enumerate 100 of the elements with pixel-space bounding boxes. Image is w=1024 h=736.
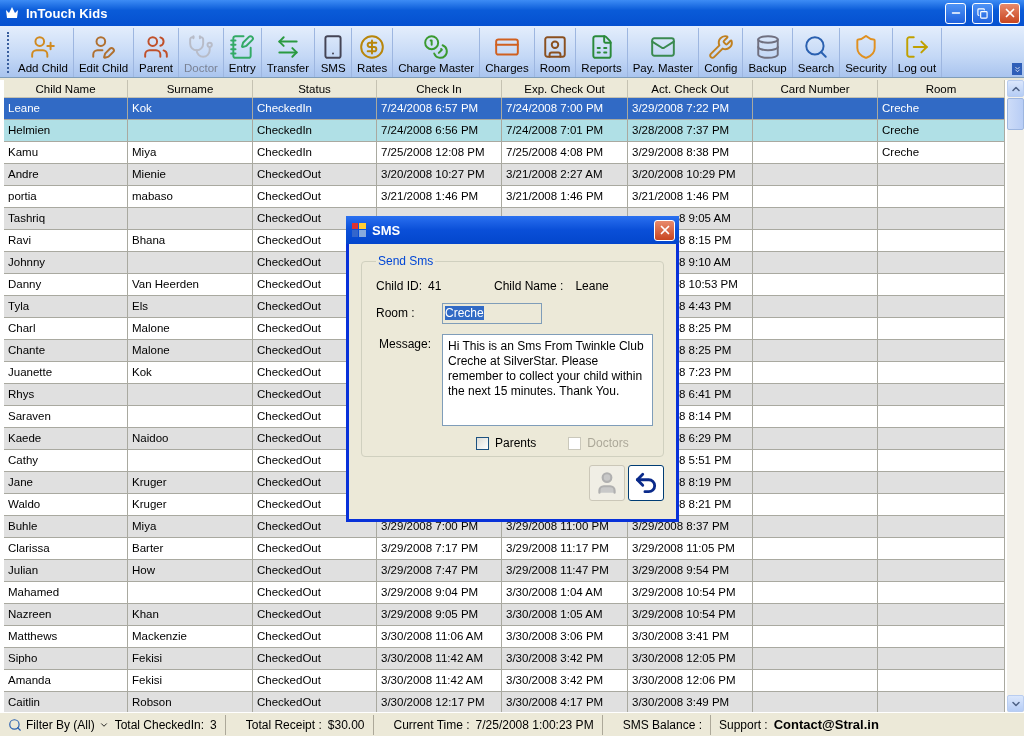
field-label: Child Name : bbox=[494, 278, 564, 293]
column-header[interactable]: Status bbox=[253, 80, 377, 98]
column-header[interactable]: Child Name bbox=[4, 80, 128, 98]
table-cell: 3/30/2008 3:06 PM bbox=[502, 626, 628, 648]
table-cell: 3/30/2008 3:42 PM bbox=[502, 670, 628, 692]
column-header[interactable]: Card Number bbox=[753, 80, 878, 98]
toolbar-button[interactable]: Pay. Master bbox=[627, 28, 700, 77]
table-cell: Van Heerden bbox=[128, 274, 253, 296]
table-cell: Miya bbox=[128, 142, 253, 164]
table-cell: Kruger bbox=[128, 494, 253, 516]
room-field[interactable]: Creche bbox=[442, 303, 542, 324]
table-cell: Danny bbox=[4, 274, 128, 296]
support-email: Contact@Stral.in bbox=[773, 717, 879, 732]
status-label: Support : bbox=[719, 717, 768, 732]
toolbar-button[interactable]: Backup bbox=[743, 28, 793, 77]
field-label: Child ID: bbox=[376, 278, 422, 293]
table-cell: Ravi bbox=[4, 230, 128, 252]
status-label: Total CheckedIn: bbox=[114, 717, 205, 732]
table-cell: 3/20/2008 10:27 PM bbox=[377, 164, 502, 186]
column-header[interactable]: Act. Check Out bbox=[628, 80, 753, 98]
column-header[interactable]: Exp. Check Out bbox=[502, 80, 628, 98]
table-cell: 3/29/2008 10:54 PM bbox=[628, 582, 753, 604]
toolbar-button[interactable]: Room bbox=[534, 28, 577, 77]
toolbar-button[interactable]: Security bbox=[840, 28, 893, 77]
table-cell: Naidoo bbox=[128, 428, 253, 450]
table-cell: Leane bbox=[4, 98, 128, 120]
table-cell: CheckedOut bbox=[253, 538, 377, 560]
table-cell: Clarissa bbox=[4, 538, 128, 560]
table-cell: CheckedOut bbox=[253, 626, 377, 648]
table-cell: Nazreen bbox=[4, 604, 128, 626]
field-value: 41 bbox=[428, 278, 443, 293]
table-cell: 3/30/2008 11:42 AM bbox=[377, 648, 502, 670]
toolbar-button[interactable]: Config bbox=[699, 28, 744, 77]
message-field[interactable]: Hi This is an Sms From Twinkle Club Creche at SilverStar. Please remember to collect your child within the next 15 minutes. Thank You. bbox=[442, 334, 653, 426]
toolbar-button[interactable]: Log out bbox=[892, 28, 943, 77]
table-cell: 3/30/2008 12:05 PM bbox=[628, 648, 753, 670]
table-cell: CheckedOut bbox=[253, 670, 377, 692]
table-cell: Rhys bbox=[4, 384, 128, 406]
table-cell: Fekisi bbox=[128, 648, 253, 670]
table-cell: 3/29/2008 7:47 PM bbox=[377, 560, 502, 582]
table-cell: Kamu bbox=[4, 142, 128, 164]
window-title: InTouch Kids bbox=[26, 5, 109, 21]
table-cell: 3/29/2008 9:54 PM bbox=[628, 560, 753, 582]
table-cell: 3/30/2008 12:06 PM bbox=[628, 670, 753, 692]
toolbar-button[interactable]: Entry bbox=[223, 28, 262, 77]
toolbar-button[interactable]: SMS bbox=[315, 28, 353, 77]
table-cell: Malone bbox=[128, 318, 253, 340]
table-cell: 3/30/2008 1:05 AM bbox=[502, 604, 628, 626]
toolbar-button[interactable]: Charges bbox=[480, 28, 535, 77]
table-cell: Mackenzie bbox=[128, 626, 253, 648]
table-cell: CheckedOut bbox=[253, 692, 377, 712]
status-value: 7/25/2008 1:00:23 PM bbox=[475, 717, 594, 732]
table-cell: Julian bbox=[4, 560, 128, 582]
toolbar-button[interactable]: Charge Master bbox=[393, 28, 481, 77]
table-cell: Andre bbox=[4, 164, 128, 186]
field-value: Leane bbox=[575, 278, 609, 293]
table-cell: Mahamed bbox=[4, 582, 128, 604]
table-cell: 7/24/2008 6:57 PM bbox=[377, 98, 502, 120]
table-cell: Charl bbox=[4, 318, 128, 340]
table-cell: 3/20/2008 10:29 PM bbox=[628, 164, 753, 186]
table-cell: 3/29/2008 11:17 PM bbox=[502, 538, 628, 560]
table-cell: Mienie bbox=[128, 164, 253, 186]
table-cell: CheckedOut bbox=[253, 516, 377, 538]
table-cell: Juanette bbox=[4, 362, 128, 384]
field-label: Room : bbox=[376, 305, 416, 322]
table-cell: Amanda bbox=[4, 670, 128, 692]
table-cell: CheckedOut bbox=[253, 582, 377, 604]
toolbar-button[interactable]: Parent bbox=[134, 28, 179, 77]
toolbar-button[interactable]: Rates bbox=[352, 28, 394, 77]
table-cell: Miya bbox=[128, 516, 253, 538]
table-cell: 3/30/2008 4:17 PM bbox=[502, 692, 628, 712]
table-cell: Matthews bbox=[4, 626, 128, 648]
checkbox[interactable]: Parents bbox=[476, 436, 537, 450]
table-cell: CheckedOut bbox=[253, 648, 377, 670]
toolbar-button[interactable]: Transfer bbox=[261, 28, 316, 77]
toolbar-button[interactable]: Search bbox=[792, 28, 841, 77]
column-header[interactable]: Check In bbox=[377, 80, 502, 98]
toolbar-button[interactable]: Add Child bbox=[13, 28, 74, 77]
table-cell: Creche bbox=[878, 120, 1005, 142]
toolbar-button[interactable]: Edit Child bbox=[73, 28, 135, 77]
table-cell: 3/29/2008 11:47 PM bbox=[502, 560, 628, 582]
table-cell: 3/21/2008 2:27 AM bbox=[502, 164, 628, 186]
table-cell: 7/24/2008 7:00 PM bbox=[502, 98, 628, 120]
table-cell: Chante bbox=[4, 340, 128, 362]
table-cell: 7/24/2008 6:56 PM bbox=[377, 120, 502, 142]
filter-dropdown[interactable]: Filter By (All) bbox=[8, 717, 109, 732]
table-cell: Robson bbox=[128, 692, 253, 712]
table-cell: 3/29/2008 9:04 PM bbox=[377, 582, 502, 604]
table-cell: 3/30/2008 1:04 AM bbox=[502, 582, 628, 604]
table-cell: Johnny bbox=[4, 252, 128, 274]
table-cell: CheckedOut bbox=[253, 186, 377, 208]
table-cell: How bbox=[128, 560, 253, 582]
toolbar-button[interactable]: Reports bbox=[576, 28, 628, 77]
table-cell: 3/21/2008 1:46 PM bbox=[377, 186, 502, 208]
table-cell: CheckedOut bbox=[253, 164, 377, 186]
column-header[interactable]: Room bbox=[878, 80, 1005, 98]
table-cell: 3/28/2008 7:37 PM bbox=[628, 120, 753, 142]
column-header[interactable]: Surname bbox=[128, 80, 253, 98]
table-cell: Creche bbox=[878, 98, 1005, 120]
status-value: 3 bbox=[210, 717, 217, 732]
